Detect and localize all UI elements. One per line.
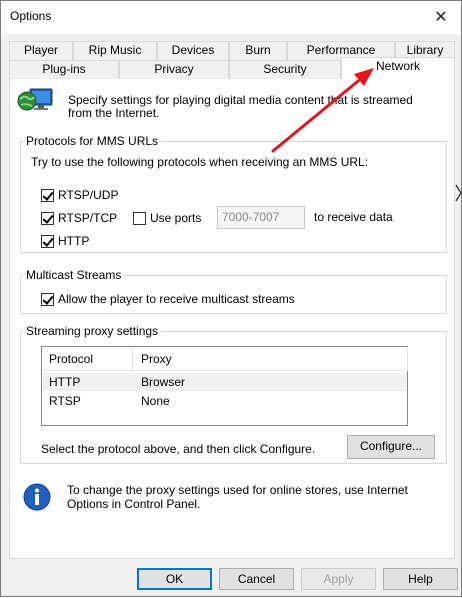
row-proxy: Browser — [141, 375, 186, 389]
multicast-legend: Multicast Streams — [23, 268, 125, 282]
tab-rip-music[interactable]: Rip Music — [73, 41, 157, 60]
options-dialog: Options ✕ Player Rip Music Devices Burn … — [0, 0, 462, 597]
network-tab-panel: Specify settings for playing digital med… — [9, 76, 455, 559]
tab-privacy[interactable]: Privacy — [119, 60, 229, 79]
proxy-list[interactable]: Protocol Proxy HTTP Browser RTSP None — [41, 346, 408, 426]
row-protocol: HTTP — [49, 375, 81, 389]
allow-multicast-label: Allow the player to receive multicast st… — [58, 292, 295, 306]
proxy-legend: Streaming proxy settings — [23, 324, 162, 338]
http-label: HTTP — [58, 234, 90, 248]
cancel-button[interactable]: Cancel — [219, 568, 294, 590]
row-proxy: None — [141, 394, 170, 408]
window-title: Options — [10, 9, 52, 23]
proxy-hint: Select the protocol above, and then clic… — [41, 442, 316, 456]
cursor-icon — [455, 184, 462, 202]
tab-security[interactable]: Security — [229, 60, 341, 79]
http-checkbox[interactable] — [41, 234, 54, 248]
rtsp-udp-checkbox[interactable] — [41, 188, 54, 202]
info-icon — [22, 482, 52, 512]
proxy-row-rtsp[interactable]: RTSP None — [43, 392, 407, 410]
allow-multicast-checkbox[interactable] — [41, 292, 54, 306]
proxy-list-header: Protocol Proxy — [42, 347, 408, 371]
use-ports-option[interactable]: Use ports — [133, 211, 201, 225]
rtsp-udp-label: RTSP/UDP — [58, 188, 119, 202]
rtsp-tcp-label: RTSP/TCP — [58, 211, 118, 225]
close-button[interactable]: ✕ — [427, 3, 455, 31]
column-protocol[interactable]: Protocol — [49, 352, 93, 366]
row-protocol: RTSP — [49, 394, 81, 408]
network-globe-icon — [16, 85, 54, 115]
tab-devices[interactable]: Devices — [157, 41, 229, 60]
column-separator — [407, 347, 408, 371]
tab-plug-ins[interactable]: Plug-ins — [9, 60, 119, 79]
allow-multicast-option[interactable]: Allow the player to receive multicast st… — [41, 292, 295, 306]
ports-suffix: to receive data — [314, 210, 393, 224]
proxy-group: Streaming proxy settings Protocol Proxy … — [20, 324, 447, 464]
column-separator — [132, 347, 133, 371]
intro-line-2: from the Internet. — [68, 106, 160, 120]
proxy-row-http[interactable]: HTTP Browser — [43, 373, 407, 391]
protocols-group: Protocols for MMS URLs Try to use the fo… — [20, 134, 447, 253]
use-ports-checkbox[interactable] — [133, 211, 146, 225]
multicast-group: Multicast Streams Allow the player to re… — [20, 268, 447, 314]
configure-button[interactable]: Configure... — [347, 435, 435, 459]
ok-button[interactable]: OK — [137, 568, 212, 590]
intro-line-1: Specify settings for playing digital med… — [68, 93, 413, 107]
rtsp-tcp-checkbox[interactable] — [41, 211, 54, 225]
info-line-1: To change the proxy settings used for on… — [67, 483, 408, 497]
tab-burn[interactable]: Burn — [229, 41, 287, 60]
tab-row-2: Plug-ins Privacy Security Network — [9, 57, 455, 79]
close-icon: ✕ — [434, 9, 448, 26]
column-proxy[interactable]: Proxy — [141, 352, 172, 366]
title-bar: Options ✕ — [1, 1, 461, 34]
http-option[interactable]: HTTP — [41, 234, 89, 248]
tab-network[interactable]: Network — [341, 57, 455, 79]
apply-button[interactable]: Apply — [301, 568, 376, 590]
tab-player[interactable]: Player — [9, 41, 73, 60]
rtsp-udp-option[interactable]: RTSP/UDP — [41, 188, 118, 202]
protocols-instruction: Try to use the following protocols when … — [31, 155, 369, 169]
rtsp-tcp-option[interactable]: RTSP/TCP — [41, 211, 117, 225]
ports-input[interactable]: 7000-7007 — [217, 206, 305, 229]
protocols-legend: Protocols for MMS URLs — [23, 134, 162, 148]
help-button[interactable]: Help — [383, 568, 458, 590]
info-line-2: Options in Control Panel. — [67, 497, 201, 511]
use-ports-label: Use ports — [150, 211, 202, 225]
